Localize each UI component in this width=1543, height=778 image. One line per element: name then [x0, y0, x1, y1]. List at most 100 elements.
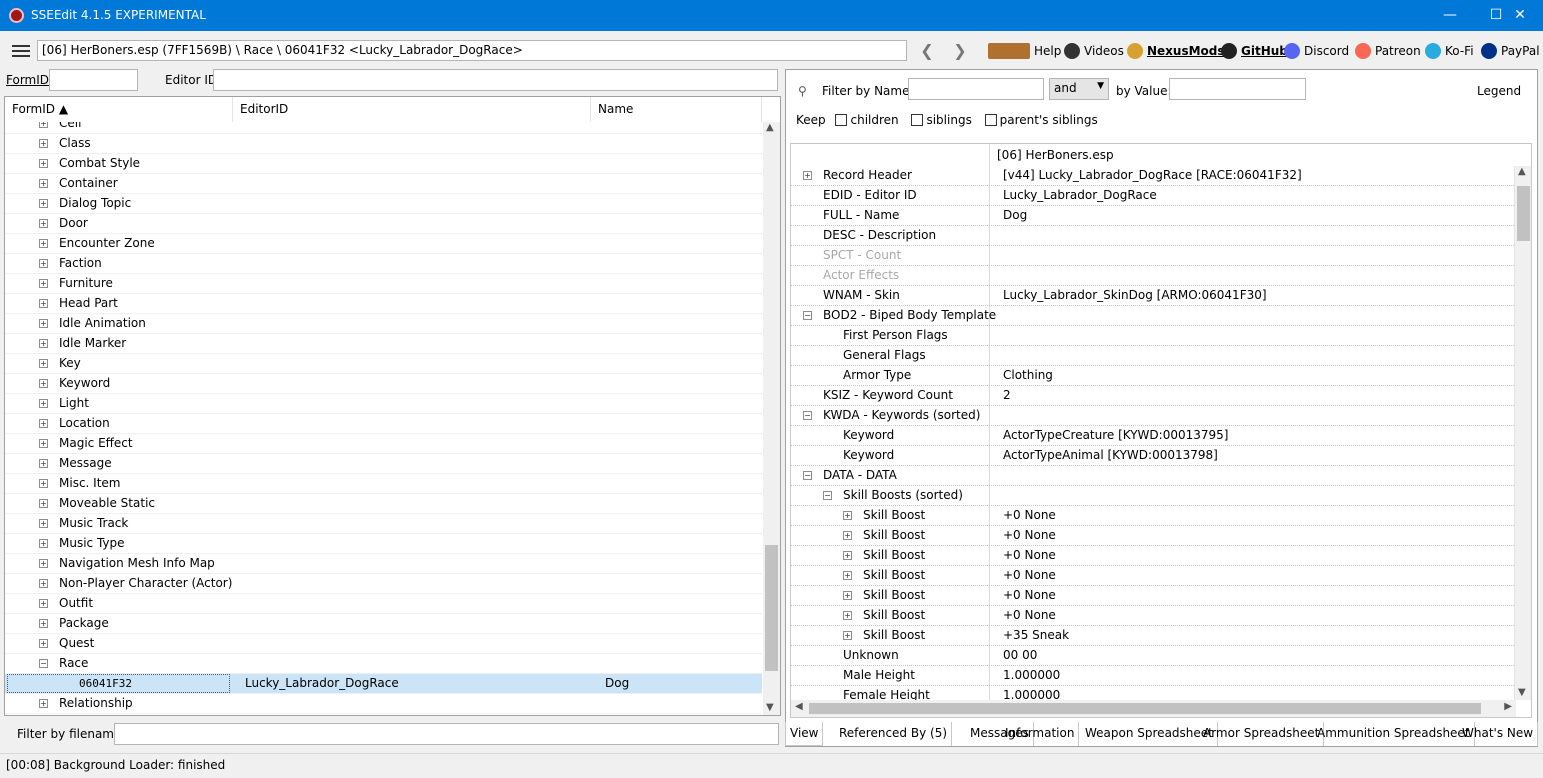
record-row[interactable]: EDID - Editor ID Lucky_Labrador_DogRace: [791, 186, 1516, 206]
link-github[interactable]: GitHub: [1221, 41, 1288, 61]
expand-icon[interactable]: +: [39, 459, 48, 468]
tree-item[interactable]: + Non-Player Character (Actor): [5, 574, 762, 594]
tree-item[interactable]: + Idle Animation: [5, 314, 762, 334]
expand-icon[interactable]: +: [39, 239, 48, 248]
tree-item[interactable]: + Magic Effect: [5, 434, 762, 454]
tab-information[interactable]: Information: [1001, 722, 1080, 746]
tree-item[interactable]: + Faction: [5, 254, 762, 274]
tree-item[interactable]: + Container: [5, 174, 762, 194]
expand-icon[interactable]: +: [843, 631, 852, 640]
scroll-thumb[interactable]: [809, 703, 1481, 714]
scroll-up-icon[interactable]: ▲: [766, 122, 774, 133]
tab-ammunition-spreadsheet[interactable]: Ammunition Spreadsheet: [1313, 722, 1475, 746]
scroll-left-icon[interactable]: ◀: [795, 701, 803, 712]
expand-icon[interactable]: +: [843, 611, 852, 620]
keep-children-checkbox[interactable]: children: [835, 113, 899, 127]
legend-button[interactable]: Legend: [1477, 84, 1521, 98]
record-path[interactable]: [06] HerBoners.esp (7FF1569B) \ Race \ 0…: [37, 40, 907, 61]
record-row[interactable]: Keyword ActorTypeAnimal [KYWD:00013798]: [791, 446, 1516, 466]
expand-icon[interactable]: +: [39, 519, 48, 528]
record-row[interactable]: − KWDA - Keywords (sorted): [791, 406, 1516, 426]
navigation-tree[interactable]: FormID ▲ EditorID Name + Cell + Class + Comba…: [4, 96, 781, 716]
tree-item[interactable]: + Keyword: [5, 374, 762, 394]
collapse-icon[interactable]: −: [803, 311, 812, 320]
link-patreon[interactable]: Patreon: [1355, 41, 1421, 61]
expand-icon[interactable]: +: [843, 511, 852, 520]
record-row[interactable]: WNAM - Skin Lucky_Labrador_SkinDog [ARMO:…: [791, 286, 1516, 306]
record-row[interactable]: KSIZ - Keyword Count 2: [791, 386, 1516, 406]
record-row[interactable]: − DATA - DATA: [791, 466, 1516, 486]
link-kofi[interactable]: Ko-Fi: [1425, 41, 1474, 61]
expand-icon[interactable]: +: [843, 551, 852, 560]
tree-item[interactable]: + Key: [5, 354, 762, 374]
record-row[interactable]: SPCT - Count: [791, 246, 1516, 266]
tree-item[interactable]: + Door: [5, 214, 762, 234]
tree-row-selected[interactable]: 06041F32 Lucky_Labrador_DogRace Dog: [5, 674, 762, 694]
tree-item[interactable]: + Furniture: [5, 274, 762, 294]
tree-item[interactable]: + Music Type: [5, 534, 762, 554]
record-row[interactable]: + Skill Boost +0 None: [791, 546, 1516, 566]
keep-parent-siblings-checkbox[interactable]: parent's siblings: [984, 113, 1098, 127]
record-row[interactable]: Actor Effects: [791, 266, 1516, 286]
expand-icon[interactable]: +: [39, 139, 48, 148]
expand-icon[interactable]: +: [39, 319, 48, 328]
record-row[interactable]: + Skill Boost +0 None: [791, 606, 1516, 626]
expand-icon[interactable]: +: [39, 619, 48, 628]
scroll-up-icon[interactable]: ▲: [1518, 166, 1526, 177]
record-row[interactable]: First Person Flags: [791, 326, 1516, 346]
record-row[interactable]: + Skill Boost +35 Sneak: [791, 626, 1516, 646]
tree-item[interactable]: − Race: [5, 654, 762, 674]
record-row[interactable]: − Skill Boosts (sorted): [791, 486, 1516, 506]
expand-icon[interactable]: +: [39, 419, 48, 428]
pin-icon[interactable]: ⚲: [798, 84, 807, 98]
tree-item[interactable]: + Dialog Topic: [5, 194, 762, 214]
tree-item[interactable]: + Cell: [5, 122, 762, 134]
expand-icon[interactable]: +: [803, 171, 812, 180]
minimize-button[interactable]: —: [1427, 0, 1473, 31]
column-header-formid[interactable]: FormID ▲: [5, 97, 233, 122]
filter-operator-select[interactable]: and ▼: [1049, 78, 1109, 100]
collapse-icon[interactable]: −: [39, 659, 48, 668]
tree-item[interactable]: + Encounter Zone: [5, 234, 762, 254]
tree-item[interactable]: + Navigation Mesh Info Map: [5, 554, 762, 574]
keep-siblings-checkbox[interactable]: siblings: [911, 113, 972, 127]
expand-icon[interactable]: +: [39, 359, 48, 368]
tree-item[interactable]: + Combat Style: [5, 154, 762, 174]
menu-icon[interactable]: [12, 45, 30, 57]
scroll-right-icon[interactable]: ▶: [1504, 701, 1512, 712]
expand-icon[interactable]: +: [39, 479, 48, 488]
tree-item[interactable]: + Idle Marker: [5, 334, 762, 354]
record-row[interactable]: + Skill Boost +0 None: [791, 586, 1516, 606]
filter-filename-input[interactable]: [114, 723, 779, 745]
link-nexusmods[interactable]: NexusMods: [1127, 41, 1225, 61]
expand-icon[interactable]: +: [39, 299, 48, 308]
tree-item[interactable]: + Light: [5, 394, 762, 414]
tree-item[interactable]: + Class: [5, 134, 762, 154]
collapse-icon[interactable]: −: [803, 471, 812, 480]
expand-icon[interactable]: +: [39, 699, 48, 708]
tab-armor-spreadsheet[interactable]: Armor Spreadsheet: [1199, 722, 1325, 746]
formid-input[interactable]: [49, 69, 138, 91]
expand-icon[interactable]: +: [39, 599, 48, 608]
tree-item[interactable]: + Relationship: [5, 694, 762, 714]
tree-item[interactable]: + Music Track: [5, 514, 762, 534]
tree-item[interactable]: + Message: [5, 454, 762, 474]
scroll-down-icon[interactable]: ▼: [1518, 687, 1526, 698]
record-row[interactable]: + Record Header [v44] Lucky_Labrador_DogRa…: [791, 166, 1516, 186]
tree-item[interactable]: + Misc. Item: [5, 474, 762, 494]
close-button[interactable]: ✕: [1497, 0, 1543, 31]
expand-icon[interactable]: +: [39, 259, 48, 268]
collapse-icon[interactable]: −: [803, 411, 812, 420]
tab-weapon-spreadsheet[interactable]: Weapon Spreadsheet: [1081, 722, 1218, 746]
expand-icon[interactable]: +: [39, 559, 48, 568]
expand-icon[interactable]: +: [39, 539, 48, 548]
record-scrollbar[interactable]: ▲ ▼: [1514, 166, 1531, 700]
tab-what-s-new[interactable]: What's New: [1458, 722, 1539, 746]
expand-icon[interactable]: +: [843, 531, 852, 540]
tree-item[interactable]: + Location: [5, 414, 762, 434]
tree-item[interactable]: + Package: [5, 614, 762, 634]
record-row[interactable]: Keyword ActorTypeCreature [KYWD:00013795]: [791, 426, 1516, 446]
filter-name-input[interactable]: [908, 78, 1044, 100]
column-header-name[interactable]: Name: [591, 97, 762, 122]
back-button[interactable]: ❮: [917, 40, 937, 61]
